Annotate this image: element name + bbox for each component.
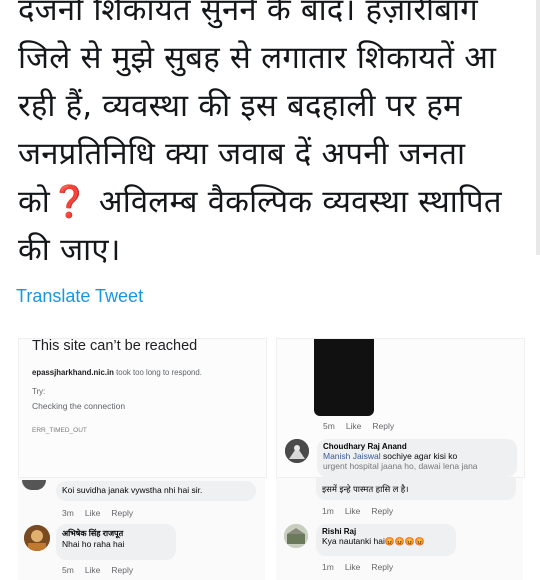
comment-meta: 1m Like Reply [322, 506, 404, 516]
comments-screenshot-top-right[interactable]: 5m Like Reply Choudhary Raj Anand Manish J… [276, 338, 525, 478]
comment-text: Manish Jaiswal sochiye agar kisi ko [323, 451, 511, 461]
phone-image [314, 339, 374, 416]
comments-screenshot-bottom-left[interactable]: Koi suvidha janak vywstha nhi hai sir. 3… [18, 478, 265, 580]
reply-link[interactable]: Reply [111, 508, 133, 518]
comment-meta: 1m Like Reply [322, 562, 404, 572]
error-suggestion: Checking the connection [32, 401, 126, 411]
commenter-name[interactable]: Rishi Raj [322, 527, 450, 536]
comment-text-cut: urgent hospital jaana ho, dawai lena jan… [323, 461, 478, 471]
reply-link[interactable]: Reply [372, 421, 394, 431]
commenter-name[interactable]: अभिषेक सिंह राजपूत [62, 528, 170, 539]
comment-text-body: Kya nautanki hai [322, 536, 385, 546]
avatar [22, 480, 46, 490]
like-link[interactable]: Like [345, 506, 361, 516]
avatar[interactable] [284, 524, 308, 548]
error-screenshot[interactable]: This site can’t be reached epassjharkhan… [18, 338, 267, 478]
error-message: epassjharkhand.nic.in took too long to r… [32, 368, 202, 377]
avatar[interactable] [285, 439, 309, 463]
reply-link[interactable]: Reply [371, 562, 393, 572]
mention-tag[interactable]: Manish Jaiswal [323, 451, 381, 461]
comment-time: 5m [323, 421, 335, 431]
comment-time: 5m [62, 565, 74, 575]
tweet-text: दजनो शिकायत सुनने के बाद। हज़ारीबाग जिले… [18, 0, 528, 274]
comment-meta: 5m Like Reply [62, 565, 144, 575]
comment-text: Nhai ho raha hai [62, 539, 125, 549]
comment-bubble: Koi suvidha janak vywstha nhi hai sir. [56, 481, 256, 501]
error-message-text: took too long to respond. [113, 368, 202, 377]
comment-bubble: Choudhary Raj Anand Manish Jaiswal sochi… [317, 439, 517, 477]
reply-link[interactable]: Reply [371, 506, 393, 516]
comment-time: 1m [322, 506, 334, 516]
avatar[interactable] [24, 525, 50, 551]
comment-time: 1m [322, 562, 334, 572]
question-emoji: ❓ [50, 184, 89, 220]
comment-text: इसमें इन्हे पास्मत हासि ल है। [322, 484, 409, 494]
translate-tweet-link[interactable]: Translate Tweet [16, 286, 143, 307]
commenter-name[interactable]: Choudhary Raj Anand [323, 442, 511, 451]
comment-bubble: इसमें इन्हे पास्मत हासि ल है। [316, 478, 516, 500]
comment-text: Kya nautanki hai😡😡😡😡 [322, 536, 450, 546]
error-title: This site can’t be reached [32, 338, 198, 354]
comment-bubble: अभिषेक सिंह राजपूत Nhai ho raha hai [56, 524, 176, 560]
avatar-image-icon [284, 524, 308, 548]
error-try-label: Try: [32, 387, 46, 396]
reply-link[interactable]: Reply [111, 565, 133, 575]
comment-text-body: sochiye agar kisi ko [380, 451, 458, 461]
like-link[interactable]: Like [346, 421, 362, 431]
like-link[interactable]: Like [85, 565, 101, 575]
avatar-image-icon [285, 439, 309, 463]
error-code: ERR_TIMED_OUT [32, 427, 87, 434]
comment-meta: 3m Like Reply [62, 508, 144, 518]
error-domain: epassjharkhand.nic.in [32, 368, 114, 377]
comment-bubble: Rishi Raj Kya nautanki hai😡😡😡😡 [316, 524, 456, 556]
comment-meta: 5m Like Reply [323, 421, 405, 431]
tweet-text-after: अविलम्ब वैकल्पिक व्यवस्था स्थापित की जाए… [18, 184, 502, 268]
like-link[interactable]: Like [85, 508, 101, 518]
scroll-edge [536, 0, 540, 255]
comment-text: Koi suvidha janak vywstha nhi hai sir. [62, 485, 203, 495]
avatar-image-icon [24, 525, 50, 551]
comments-screenshot-bottom-right[interactable]: इसमें इन्हे पास्मत हासि ल है। 1m Like Repl… [276, 478, 523, 580]
angry-emoji-icon: 😡😡😡😡 [384, 537, 425, 546]
comment-time: 3m [62, 508, 74, 518]
like-link[interactable]: Like [345, 562, 361, 572]
